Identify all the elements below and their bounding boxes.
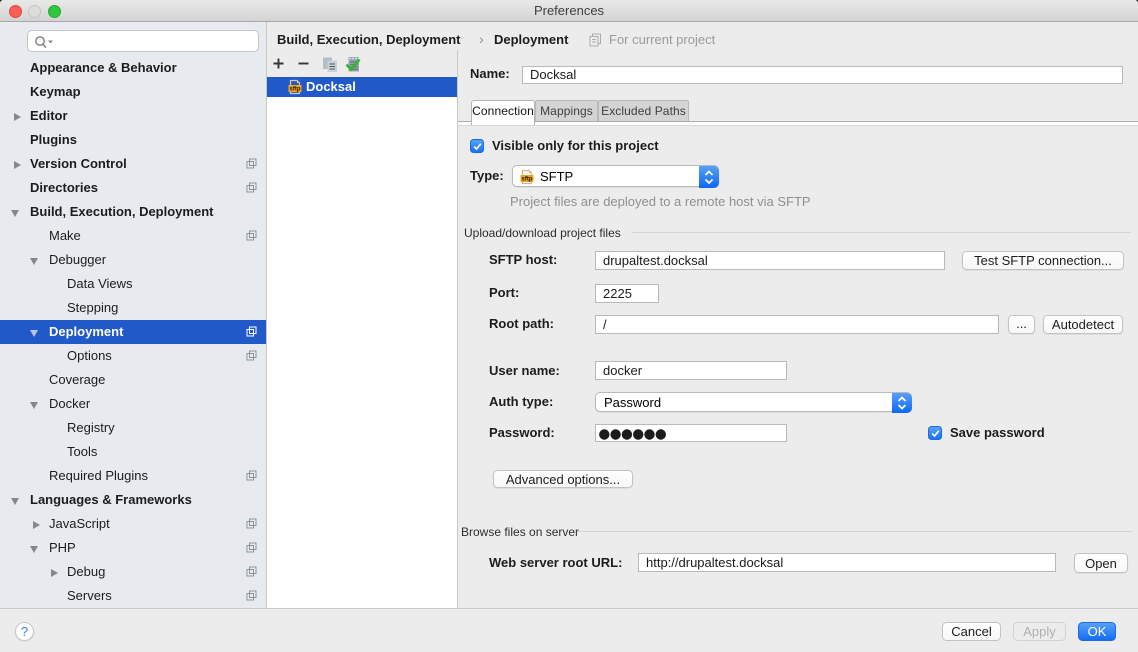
svg-text:sftp: sftp [522, 177, 533, 183]
svg-text:sftp: sftp [290, 87, 301, 93]
